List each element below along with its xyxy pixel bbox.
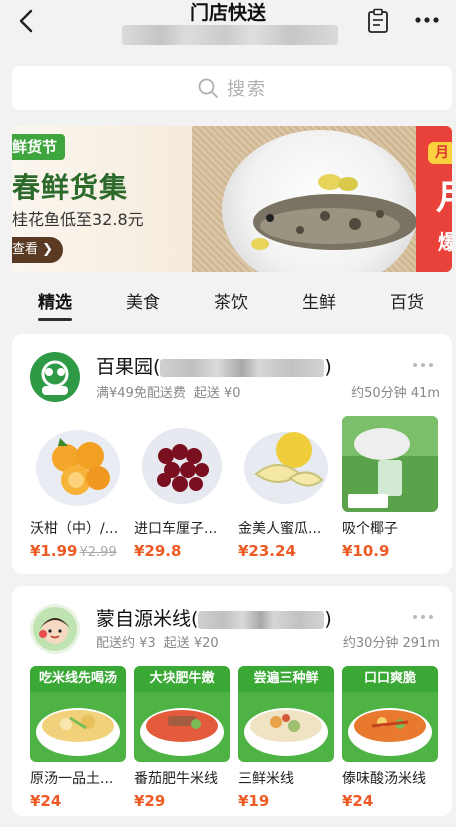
- banner-side-badge: 月: [428, 142, 452, 164]
- store-card[interactable]: 百果园() 满¥49免配送费 起送 ¥0 约50分钟 41m 沃柑（中）/...…: [12, 334, 452, 574]
- product-price: ¥19: [238, 792, 270, 810]
- product-name: 三鲜米线: [238, 771, 294, 787]
- product-name: 进口车厘子...: [134, 521, 218, 537]
- product-name: 番茄肥牛米线: [134, 771, 218, 787]
- search-icon: [198, 78, 218, 98]
- banner-subtitle: 桂花鱼低至32.8元: [12, 210, 144, 229]
- product-item[interactable]: 沃柑（中）/... ¥1.99 ¥2.99: [30, 416, 126, 560]
- product-promo-banner: 大块肥牛嫩: [134, 666, 230, 692]
- order-list-icon[interactable]: [367, 8, 389, 34]
- tab-food[interactable]: 美食: [126, 288, 160, 313]
- more-icon[interactable]: [412, 362, 434, 368]
- redacted-store-branch: [198, 610, 325, 629]
- min-order-text: 起送 ¥20: [163, 636, 219, 651]
- search-bar[interactable]: 搜索: [12, 66, 452, 110]
- tab-fresh[interactable]: 生鲜: [302, 288, 336, 313]
- store-delivery-info: 配送约 ¥3 起送 ¥20: [96, 632, 227, 651]
- search-placeholder: 搜索: [227, 79, 267, 100]
- delivery-fee-text: 满¥49免配送费: [96, 386, 186, 401]
- tab-featured[interactable]: 精选: [38, 288, 72, 313]
- product-item[interactable]: 金美人蜜瓜... ¥23.24: [238, 416, 334, 560]
- product-price: ¥29: [134, 792, 166, 810]
- store-logo-icon: [30, 604, 80, 654]
- product-price: ¥24: [342, 792, 374, 810]
- product-promo-banner: 尝遍三种鲜: [238, 666, 334, 692]
- delivery-eta: 约50分钟 41m: [351, 386, 440, 401]
- store-avatar[interactable]: [30, 352, 80, 402]
- banner-side-big: 月: [436, 170, 452, 219]
- store-name[interactable]: 蒙自源米线(): [96, 604, 332, 631]
- store-logo-icon: [30, 352, 80, 402]
- category-tabs: 精选 美食 茶饮 生鲜 百货: [0, 288, 456, 322]
- delivery-fee-text: 配送约 ¥3: [96, 636, 156, 651]
- product-item[interactable]: 大块肥牛嫩 番茄肥牛米线 ¥29: [134, 666, 230, 810]
- product-item[interactable]: 口口爽脆 傣味酸汤米线 ¥24: [342, 666, 438, 810]
- tab-general-goods[interactable]: 百货: [390, 288, 424, 313]
- product-name: 原汤一品土...: [30, 771, 114, 787]
- store-delivery-info: 满¥49免配送费 起送 ¥0: [96, 382, 249, 401]
- store-name-close: ): [324, 356, 332, 378]
- product-item[interactable]: 吸个椰子 ¥10.9: [342, 416, 438, 560]
- product-name: 沃柑（中）/...: [30, 521, 119, 537]
- more-icon[interactable]: [412, 614, 434, 620]
- original-price: ¥2.99: [79, 545, 117, 560]
- store-name-close: ): [324, 608, 332, 630]
- product-image: [30, 416, 126, 512]
- product-price: ¥10.9: [342, 542, 390, 560]
- product-name: 傣味酸汤米线: [342, 771, 426, 787]
- banner-view-label: 查看: [12, 242, 39, 257]
- product-row: 吃米线先喝汤 原汤一品土... ¥24 大块肥牛嫩 番茄肥牛米线 ¥29 尝遍三…: [30, 666, 438, 826]
- top-bar: 门店快送: [0, 0, 456, 58]
- store-name-text: 百果园(: [96, 356, 161, 378]
- product-item[interactable]: 尝遍三种鲜 三鲜米线 ¥19: [238, 666, 334, 810]
- product-name: 金美人蜜瓜...: [238, 521, 322, 537]
- product-promo-banner: 口口爽脆: [342, 666, 438, 692]
- product-price: ¥23.24: [238, 542, 296, 560]
- promo-banner[interactable]: 鲜货节 春鲜货集 桂花鱼低至32.8元 查看 ❯ 月 月 爆: [12, 126, 452, 272]
- store-name[interactable]: 百果园(): [96, 352, 332, 379]
- product-row: 沃柑（中）/... ¥1.99 ¥2.99 进口车厘子... ¥29.8 金美人…: [30, 416, 438, 576]
- product-image: [238, 416, 334, 512]
- store-card[interactable]: 蒙自源米线() 配送约 ¥3 起送 ¥20 约30分钟 291m 吃米线先喝汤 原…: [12, 586, 452, 816]
- product-image: 尝遍三种鲜: [238, 666, 334, 762]
- product-image: 口口爽脆: [342, 666, 438, 762]
- product-item[interactable]: 吃米线先喝汤 原汤一品土... ¥24: [30, 666, 126, 810]
- store-avatar[interactable]: [30, 604, 80, 654]
- product-image: 吃米线先喝汤: [30, 666, 126, 762]
- product-price: ¥29.8: [134, 542, 182, 560]
- redacted-subtitle: [122, 25, 338, 45]
- active-tab-indicator: [38, 318, 72, 321]
- banner-title: 春鲜货集: [12, 171, 129, 204]
- product-price: ¥1.99 ¥2.99: [30, 542, 126, 560]
- more-options-icon[interactable]: [414, 16, 440, 24]
- product-price: ¥24: [30, 792, 62, 810]
- tab-drinks[interactable]: 茶饮: [214, 288, 248, 313]
- banner-view-button[interactable]: 查看 ❯: [12, 237, 64, 263]
- banner-side-small: 爆: [438, 230, 452, 254]
- product-name: 吸个椰子: [342, 521, 398, 537]
- product-image: 大块肥牛嫩: [134, 666, 230, 762]
- delivery-eta: 约30分钟 291m: [342, 636, 440, 651]
- product-image: [134, 416, 230, 512]
- banner-tag: 鲜货节: [12, 134, 66, 160]
- price-value: ¥1.99: [30, 542, 78, 560]
- min-order-text: 起送 ¥0: [193, 386, 241, 401]
- product-item[interactable]: 进口车厘子... ¥29.8: [134, 416, 230, 560]
- product-promo-banner: 吃米线先喝汤: [30, 666, 126, 692]
- product-image: [342, 416, 438, 512]
- redacted-store-branch: [160, 358, 325, 377]
- banner-fish-image: [251, 174, 430, 250]
- store-name-text: 蒙自源米线(: [96, 608, 199, 630]
